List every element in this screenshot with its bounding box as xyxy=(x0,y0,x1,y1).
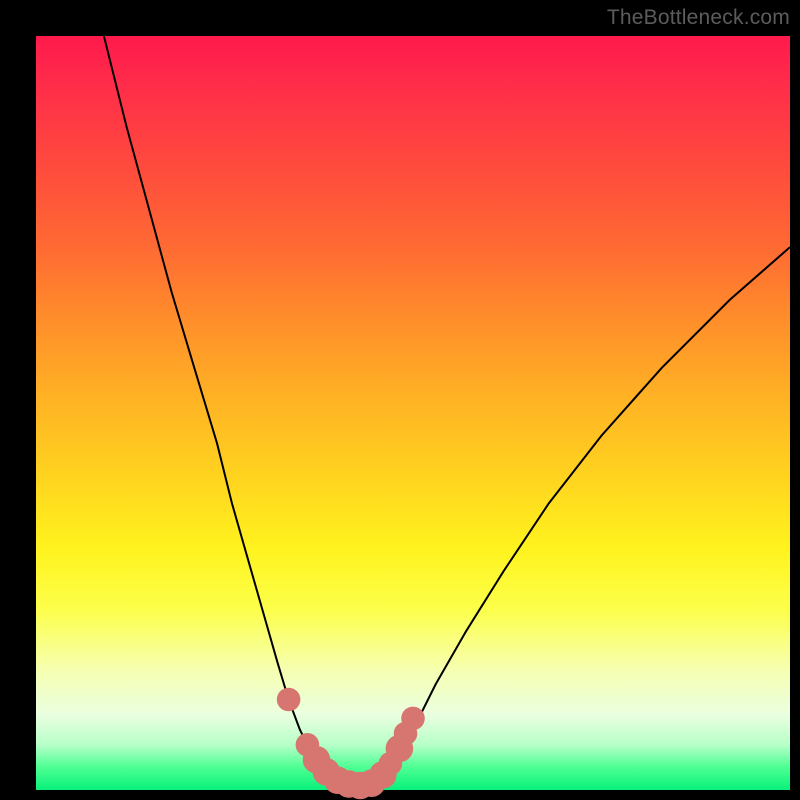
curve-svg xyxy=(36,36,790,790)
curve-marker xyxy=(277,688,301,712)
curve-marker xyxy=(401,707,425,731)
outer-frame: TheBottleneck.com xyxy=(0,0,800,800)
bottleneck-curve xyxy=(104,36,790,786)
watermark-text: TheBottleneck.com xyxy=(607,6,790,30)
plot-area xyxy=(36,36,790,790)
marker-group xyxy=(277,688,425,800)
